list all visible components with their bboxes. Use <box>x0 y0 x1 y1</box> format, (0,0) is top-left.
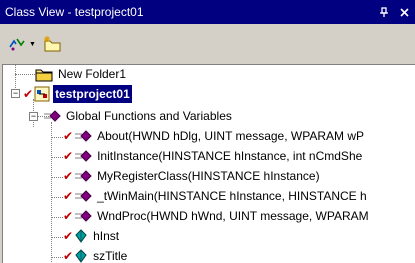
new-folder-icon <box>43 36 61 52</box>
tree-item-label: _tWinMain(HINSTANCE hInstance, HINSTANCE… <box>97 189 367 203</box>
project-icon <box>34 86 50 102</box>
sort-icon <box>9 38 25 51</box>
tree-item-label: hInst <box>93 229 120 243</box>
tree-item-function[interactable]: ✔ _tWinMain(HINSTANCE hInstance, HINSTAN… <box>63 187 369 205</box>
tree-item-label: InitInstance(HINSTANCE hInstance, int nC… <box>97 149 363 163</box>
checkmark-icon: ✔ <box>63 149 74 163</box>
collapse-toggle[interactable]: − <box>11 89 20 98</box>
tree-connector <box>51 122 52 263</box>
tree-item-function[interactable]: ✔ MyRegisterClass(HINSTANCE hInstance) <box>63 167 322 185</box>
tree-item-label: testproject01 <box>53 85 132 103</box>
toolbar: ▼ <box>0 24 415 64</box>
globals-icon <box>43 109 61 123</box>
tree-item-label: About(HWND hDlg, UINT message, WPARAM wP <box>97 129 365 143</box>
tree-item-variable[interactable]: ✔ szTitle <box>63 247 129 263</box>
tree-connector <box>51 157 63 158</box>
function-icon <box>74 129 92 143</box>
chevron-down-icon[interactable]: ▼ <box>29 41 36 48</box>
tree-item-function[interactable]: ✔ About(HWND hDlg, UINT message, WPARAM … <box>63 127 366 145</box>
function-icon <box>74 169 92 183</box>
tree-connector <box>15 74 35 75</box>
tree-connector <box>51 257 63 258</box>
tree-item-label: szTitle <box>93 249 128 263</box>
tree-connector <box>51 137 63 138</box>
tree-item-label: New Folder1 <box>58 67 127 81</box>
function-icon <box>74 149 92 163</box>
folder-icon <box>35 67 53 82</box>
tree-item-globals[interactable]: Global Functions and Variables <box>43 107 234 125</box>
close-button[interactable] <box>395 3 413 21</box>
close-icon <box>399 7 409 17</box>
tree-item-new-folder[interactable]: New Folder1 <box>35 65 128 83</box>
tree-item-variable[interactable]: ✔ hInst <box>63 227 121 245</box>
function-icon <box>74 189 92 203</box>
checkmark-icon: ✔ <box>63 229 74 243</box>
tree-item-label: WndProc(HWND hWnd, UINT message, WPARAM <box>97 209 369 223</box>
variable-icon <box>74 229 88 243</box>
variable-icon <box>74 249 88 263</box>
checkmark-icon: ✔ <box>63 129 74 143</box>
class-view-panel: Class View - testproject01 ▼ New Folder1… <box>0 0 415 263</box>
checkmark-icon: ✔ <box>23 87 34 101</box>
tree-connector <box>51 197 63 198</box>
new-folder-button[interactable] <box>42 33 62 55</box>
collapse-toggle[interactable]: − <box>29 112 38 121</box>
tree-item-project[interactable]: ✔ testproject01 <box>23 85 132 103</box>
title-bar: Class View - testproject01 <box>0 0 415 24</box>
tree-item-label: MyRegisterClass(HINSTANCE hInstance) <box>97 169 320 183</box>
tree-connector <box>51 177 63 178</box>
tree-item-label: Global Functions and Variables <box>66 109 232 123</box>
tree-item-function[interactable]: ✔ WndProc(HWND hWnd, UINT message, WPARA… <box>63 207 371 225</box>
function-icon <box>74 209 92 223</box>
checkmark-icon: ✔ <box>63 169 74 183</box>
window-title: Class View - testproject01 <box>5 5 144 19</box>
checkmark-icon: ✔ <box>63 249 74 263</box>
pin-button[interactable] <box>375 3 393 21</box>
pin-icon <box>380 7 388 17</box>
class-tree[interactable]: New Folder1 − ✔ testproject01 − Global F… <box>2 64 415 263</box>
sort-button[interactable]: ▼ <box>8 33 36 55</box>
tree-connector <box>51 217 63 218</box>
checkmark-icon: ✔ <box>63 189 74 203</box>
tree-connector <box>51 237 63 238</box>
checkmark-icon: ✔ <box>63 209 74 223</box>
tree-item-function[interactable]: ✔ InitInstance(HINSTANCE hInstance, int … <box>63 147 364 165</box>
